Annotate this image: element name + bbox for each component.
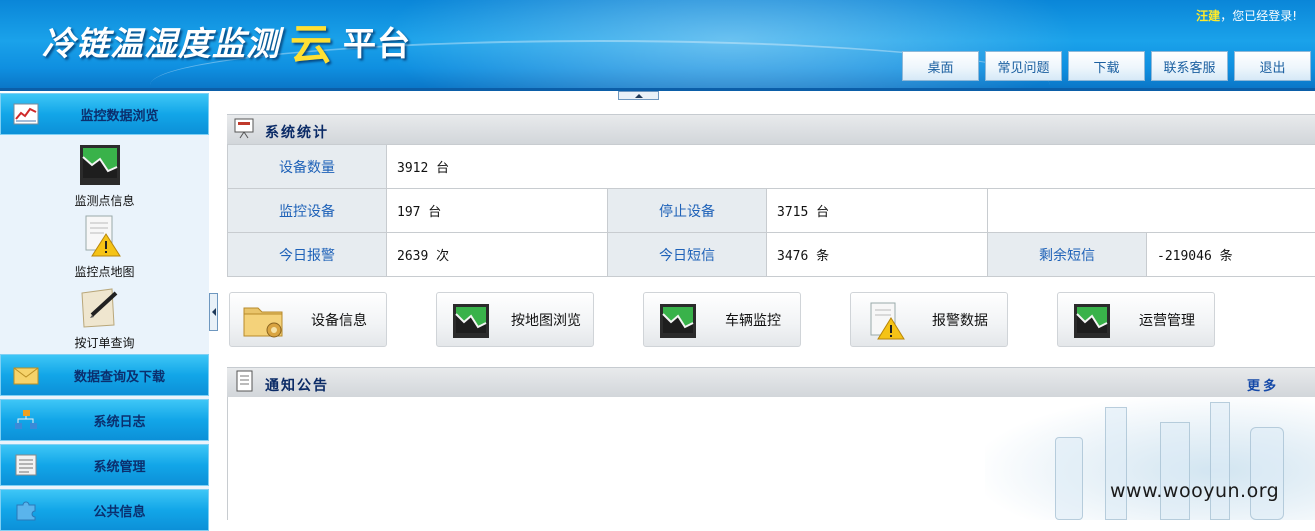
watermark-text: www.wooyun.org — [1110, 480, 1279, 502]
trend-chart-icon — [1070, 302, 1114, 340]
trend-chart-icon — [78, 143, 122, 187]
stats-panel-header: 系统统计 — [227, 114, 1315, 144]
nav-desktop-button[interactable]: 桌面 — [902, 51, 979, 81]
sidebar-item-order-query[interactable]: 按订单查询 — [0, 285, 209, 355]
document-icon — [233, 370, 255, 392]
header-banner: 冷链温湿度监测 云 平台 汪建，您已经登录! 桌面 常见问题 下载 联系客服 退… — [0, 0, 1315, 91]
puzzle-icon — [13, 499, 39, 521]
quick-button-label: 运营管理 — [1118, 310, 1216, 330]
stat-value: -219046 条 — [1147, 233, 1315, 277]
quick-button-label: 设备信息 — [290, 310, 388, 330]
stat-label: 今日报警 — [228, 233, 387, 277]
trend-chart-icon — [449, 302, 493, 340]
login-status: 汪建，您已经登录! — [1196, 7, 1297, 24]
device-info-button[interactable]: 设备信息 — [229, 292, 387, 347]
notice-title: 通知公告 — [265, 375, 329, 395]
warning-document-icon — [78, 214, 122, 258]
quick-button-label: 报警数据 — [911, 310, 1009, 330]
vehicle-monitor-button[interactable]: 车辆监控 — [643, 292, 801, 347]
nav-faq-button[interactable]: 常见问题 — [985, 51, 1062, 81]
stat-label: 剩余短信 — [988, 233, 1147, 277]
stats-table: 设备数量 3912 台 监控设备 197 台 停止设备 3715 台 今日报警 … — [227, 144, 1315, 277]
collapse-sidebar-button[interactable] — [209, 293, 218, 331]
sidebar-item-label: 按订单查询 — [0, 334, 209, 351]
alarm-data-button[interactable]: 报警数据 — [850, 292, 1008, 347]
quick-button-label: 车辆监控 — [704, 310, 802, 330]
sidebar-section-public-info[interactable]: 公共信息 — [0, 489, 209, 531]
sidebar-item-label: 监控点地图 — [0, 263, 209, 280]
login-text: ，您已经登录! — [1220, 9, 1297, 23]
sidebar-item-monitor-map[interactable]: 监控点地图 — [0, 214, 209, 284]
map-browse-button[interactable]: 按地图浏览 — [436, 292, 594, 347]
stats-panel: 系统统计 设备数量 3912 台 监控设备 197 台 停止设备 3715 台 … — [227, 114, 1315, 277]
stat-label: 设备数量 — [228, 145, 387, 189]
platform-title: 冷链温湿度监测 云 平台 — [42, 18, 411, 64]
nav-support-button[interactable]: 联系客服 — [1151, 51, 1228, 81]
sidebar-section-system-log[interactable]: 系统日志 — [0, 399, 209, 441]
presentation-icon — [233, 117, 255, 139]
table-row: 设备数量 3912 台 — [228, 145, 1315, 189]
sidebar: 监控数据浏览 监测点信息 监控点地图 按订单查询 — [0, 93, 209, 520]
network-icon — [13, 409, 39, 431]
operations-button[interactable]: 运营管理 — [1057, 292, 1215, 347]
stat-value: 2639 次 — [387, 233, 608, 277]
stat-value: 197 台 — [387, 189, 608, 233]
sidebar-section-system-admin[interactable]: 系统管理 — [0, 444, 209, 486]
title-rest: 平台 — [343, 17, 411, 65]
nav-logout-button[interactable]: 退出 — [1234, 51, 1311, 81]
more-link[interactable]: 更多 — [1247, 375, 1279, 394]
quick-actions: 设备信息 按地图浏览 车辆监控 报警数据 — [229, 292, 1229, 348]
stats-title: 系统统计 — [265, 122, 329, 142]
stat-label: 停止设备 — [608, 189, 767, 233]
stat-empty-cell — [988, 189, 1315, 233]
quick-button-label: 按地图浏览 — [497, 310, 595, 330]
stat-value: 3912 台 — [387, 145, 1315, 189]
stat-value: 3715 台 — [767, 189, 988, 233]
stat-value: 3476 条 — [767, 233, 988, 277]
sidebar-section-data-query[interactable]: 数据查询及下载 — [0, 354, 209, 396]
table-row: 今日报警 2639 次 今日短信 3476 条 剩余短信 -219046 条 — [228, 233, 1315, 277]
folder-gear-icon — [242, 302, 286, 340]
notice-panel-header: 通知公告 更多 — [227, 367, 1315, 397]
stat-label: 今日短信 — [608, 233, 767, 277]
chart-icon — [13, 103, 39, 125]
arrow-left-icon — [212, 308, 216, 316]
collapse-header-button[interactable] — [618, 91, 659, 100]
pen-note-icon — [78, 285, 122, 329]
envelope-icon — [13, 364, 39, 386]
title-main: 冷链温湿度监测 — [42, 17, 280, 65]
user-name[interactable]: 汪建 — [1196, 9, 1220, 23]
arrow-up-icon — [635, 94, 643, 98]
list-icon — [13, 454, 39, 476]
sidebar-section-monitor[interactable]: 监控数据浏览 — [0, 93, 209, 135]
warning-document-icon — [863, 302, 907, 340]
title-cloud: 云 — [290, 11, 333, 72]
sidebar-item-monitor-points[interactable]: 监测点信息 — [0, 143, 209, 213]
table-row: 监控设备 197 台 停止设备 3715 台 — [228, 189, 1315, 233]
stat-label: 监控设备 — [228, 189, 387, 233]
top-nav: 桌面 常见问题 下载 联系客服 退出 — [896, 51, 1311, 81]
sidebar-item-label: 监测点信息 — [0, 192, 209, 209]
trend-chart-icon — [656, 302, 700, 340]
nav-download-button[interactable]: 下载 — [1068, 51, 1145, 81]
